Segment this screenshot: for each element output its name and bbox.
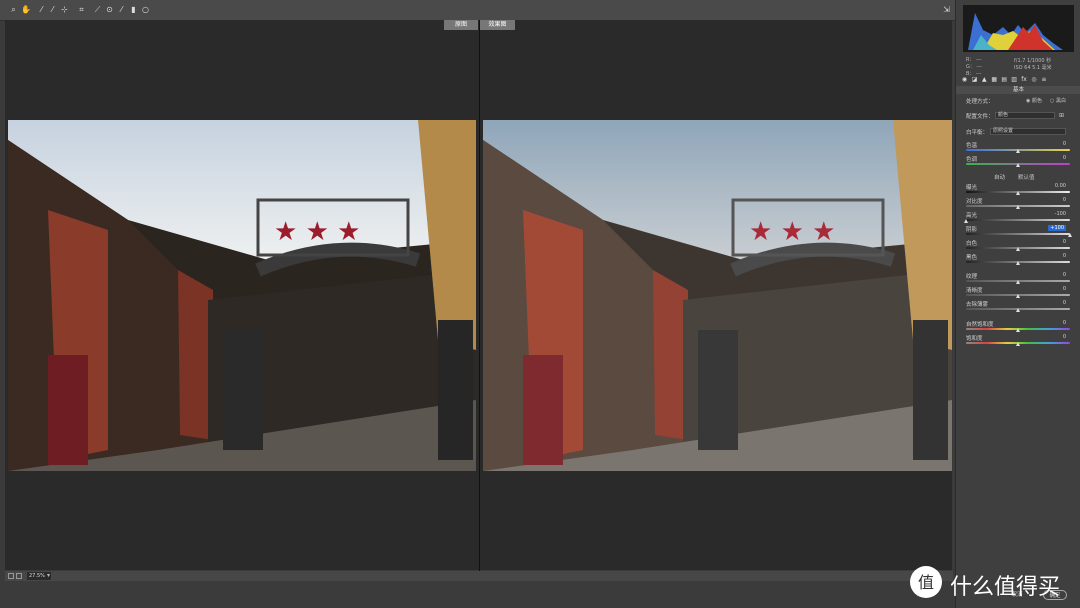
slider-track[interactable] [966,233,1070,235]
profile-browser-icon[interactable]: ⊞ [1059,112,1064,119]
split-tone-tab-icon[interactable]: ▤ [1001,76,1008,83]
slider-thumb[interactable] [1016,280,1020,284]
slider-thumb[interactable] [1016,261,1020,265]
slider-value[interactable]: 0 [1063,300,1066,306]
svg-text:★ ★ ★: ★ ★ ★ [749,217,835,247]
brush-icon[interactable]: ▮ [129,5,138,14]
exposure-info: f/1.7 1/1000 秒 ISO 64 5.1 毫米 [1014,58,1052,71]
watermark-text: 什么值得买 [950,575,1061,600]
adjustment-panel: R： --- G： --- B： --- f/1.7 1/1000 秒 ISO … [955,0,1080,608]
watermark: 值 什么值得买 [908,562,1080,602]
after-photo: ★ ★ ★ [483,120,952,471]
status-bar: 27.5% ▾ [5,571,953,581]
slider-thumb[interactable] [964,219,968,223]
spot-removal-icon[interactable]: ⊙ [105,5,114,14]
radial-filter-icon[interactable]: ○ [141,5,150,14]
slider-value[interactable]: +100 [1048,225,1066,231]
svg-text:值: 值 [918,573,934,592]
slider-label: 曝光 [966,185,978,191]
slider-thumb[interactable] [1016,247,1020,251]
slider-thumb[interactable] [1016,308,1020,312]
slider-thumb[interactable] [1016,328,1020,332]
slider-thumb[interactable] [1016,342,1020,346]
slider-thumb[interactable] [1016,205,1020,209]
eyedropper-icon[interactable]: ⁄ [37,5,46,14]
section-title: 基本 [956,86,1080,94]
presets-tab-icon[interactable]: ≡ [1040,76,1047,83]
redeye-icon[interactable]: ⁄ [117,5,126,14]
histogram [963,5,1074,52]
slider-label: 色温 [966,143,978,149]
slider-value[interactable]: 0 [1063,253,1066,259]
slider-value[interactable]: 0 [1063,286,1066,292]
tab-before[interactable]: 原图 [444,20,478,30]
slider-label: 纹理 [966,274,978,280]
slider-thumb[interactable] [1016,294,1020,298]
tab-after[interactable]: 效果图 [480,20,515,30]
slider-label: 黑色 [966,255,978,261]
crop-icon[interactable]: ⌗ [77,5,86,14]
fit-view-icon[interactable] [16,573,22,579]
rgb-readout: R： --- G： --- B： --- [966,57,982,77]
target-adjust-icon[interactable]: ⊹ [60,5,69,14]
slider-label: 色调 [966,157,978,163]
split-divider [479,20,480,571]
slider-label: 清晰度 [966,288,983,294]
treatment-color-radio[interactable]: ◉ 颜色 [1026,97,1042,104]
slider-thumb[interactable] [1016,191,1020,195]
lens-tab-icon[interactable]: ▥ [1011,76,1018,83]
auto-button[interactable]: 自动 [994,173,1005,181]
fullscreen-icon[interactable]: ⇲ [942,5,951,14]
slider-value[interactable]: 0 [1063,239,1066,245]
slider-value[interactable]: 0 [1063,141,1066,147]
color-sampler-icon[interactable]: ⁄ [48,5,57,14]
slider-thumb[interactable] [1016,149,1020,153]
calibration-tab-icon[interactable]: ◎ [1030,76,1037,83]
straighten-icon[interactable]: ⟋ [93,5,102,14]
slider-value[interactable]: 0 [1063,320,1066,326]
treatment-bw-radio[interactable]: ○ 黑白 [1050,97,1066,104]
wb-select[interactable]: 原照设置 [990,128,1066,135]
detail-tab-icon[interactable]: ▲ [981,76,988,83]
slider-thumb[interactable] [1068,233,1072,237]
toolbar: ⌕ ✋ ⁄ ⁄ ⊹ ⌗ ⟋ ⊙ ⁄ ▮ ○ ⇲ [0,0,955,21]
svg-text:★ ★ ★: ★ ★ ★ [274,217,360,247]
slider-value[interactable]: 0 [1063,272,1066,278]
watermark-logo-icon: 值 [910,566,942,598]
default-button[interactable]: 默认值 [1018,173,1035,181]
slider-value[interactable]: -100 [1055,211,1066,217]
slider-value[interactable]: 0 [1063,197,1066,203]
zoom-icon[interactable]: ⌕ [9,5,18,14]
slider-label: 饱和度 [966,336,983,342]
zoom-dropdown-icon[interactable]: ▾ [47,572,50,579]
tone-curve-tab-icon[interactable]: ◪ [971,76,978,83]
slider-value[interactable]: 0 [1063,334,1066,340]
slider-thumb[interactable] [1016,163,1020,167]
hand-icon[interactable]: ✋ [21,5,31,14]
effects-tab-icon[interactable]: fx [1021,76,1028,83]
basic-tab-icon[interactable]: ◉ [961,76,968,83]
slider-label: 白色 [966,241,978,247]
panel-tabs: ◉ ◪ ▲ ▦ ▤ ▥ fx ◎ ≡ [961,76,1076,85]
slider-label: 自然饱和度 [966,322,994,328]
slider-label: 对比度 [966,199,983,205]
slider-value[interactable]: 0.00 [1055,183,1066,189]
before-photo: ★ ★ ★ [8,120,476,471]
profile-select[interactable]: 颜色 [995,112,1055,119]
before-after-toggle-icon[interactable] [8,573,14,579]
slider-label: 高光 [966,213,978,219]
slider-value[interactable]: 0 [1063,155,1066,161]
slider-track[interactable] [966,219,1070,221]
slider-label: 阴影 [966,227,978,233]
hsl-tab-icon[interactable]: ▦ [991,76,998,83]
slider-label: 去除薄雾 [966,302,989,308]
